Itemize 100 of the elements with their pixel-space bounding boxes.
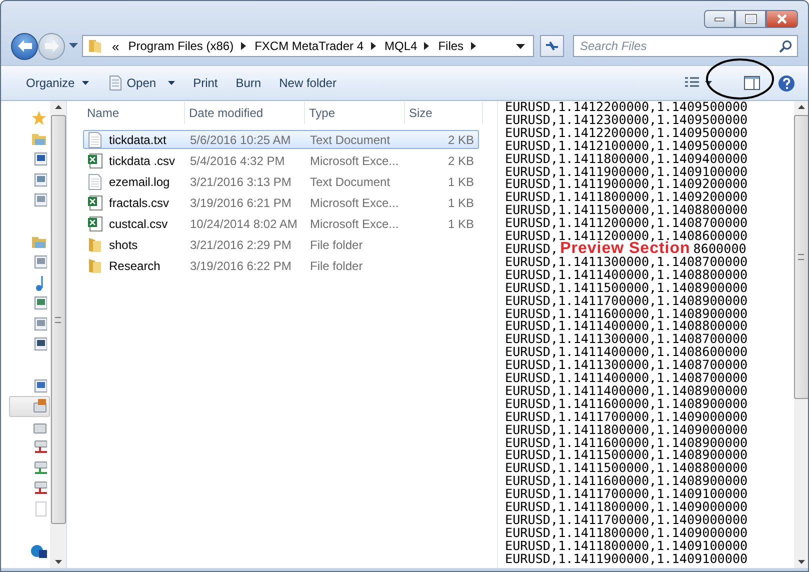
preview-line: EURUSD,1.1411800000,1.1409100000 xyxy=(505,540,749,553)
text-file-icon xyxy=(87,174,103,190)
date-cell-text: 3/19/2016 6:22 PM xyxy=(189,258,292,272)
size-cell-text: 1 KB xyxy=(446,174,475,188)
file-name: tickdata.txt xyxy=(109,132,166,146)
preview-line: EURUSD,1.1411700000,1.1409000000 xyxy=(505,410,749,424)
preview-line: EURUSD, xyxy=(505,240,558,256)
scroll-down-arrow-icon[interactable] xyxy=(54,560,62,564)
preview-line: EURUSD,1.1411500000,1.1408800000 xyxy=(505,462,749,476)
scroll-up-arrow-icon[interactable] xyxy=(798,105,804,109)
close-icon xyxy=(776,14,788,24)
date-cell-text: 3/21/2016 2:29 PM xyxy=(189,238,292,252)
address-bar[interactable]: « Program Files (x86) FXCM MetaTrader 4 MQL4 Files xyxy=(82,35,534,57)
preview-line: EURUSD,1.1411500000,1.1408800000 xyxy=(505,204,749,218)
minimize-icon xyxy=(714,16,726,22)
column-header[interactable]: Size xyxy=(405,102,483,124)
preview-line: EURUSD,1.1411300000,1.1408700000 xyxy=(505,359,749,372)
file-name: ezemail.log xyxy=(109,174,170,188)
preview-line: EURUSD,1.1411300000,1.1408700000 xyxy=(505,333,749,346)
preview-line: EURUSD,1.1411600000,1.1408900000 xyxy=(505,436,749,450)
size-cell-text: 1 KB xyxy=(446,196,475,210)
refresh-button[interactable] xyxy=(540,35,564,57)
preview-line: EURUSD,1.1411700000,1.1409000000 xyxy=(505,514,749,527)
scroll-up-arrow-icon[interactable] xyxy=(54,105,62,109)
file-name: custcal.csv xyxy=(109,216,168,230)
type-cell-text: File folder xyxy=(309,258,364,272)
search-field[interactable]: Search Files xyxy=(573,35,798,57)
preview-line: EURUSD,1.1411900000,1.1409100000 xyxy=(505,166,749,178)
file-row[interactable]: shots 3/21/2016 2:29 PM File folder xyxy=(83,235,479,254)
type-cell-text: File folder xyxy=(309,238,364,252)
breadcrumb-arrow-icon[interactable] xyxy=(240,42,246,50)
breadcrumb-arrow-icon[interactable] xyxy=(370,42,376,50)
open-button[interactable]: Open xyxy=(98,71,184,95)
folder-icon xyxy=(87,236,103,252)
caret-icon xyxy=(705,81,712,85)
scrollbar[interactable] xyxy=(50,101,66,568)
list-view-icon xyxy=(684,77,700,89)
breadcrumb[interactable]: MQL4 xyxy=(384,39,418,53)
preview-line: EURUSD,1.1411600000,1.1408900000 xyxy=(505,475,749,488)
scroll-down-arrow-icon[interactable] xyxy=(798,560,804,564)
recent-pages-caret-icon[interactable] xyxy=(69,43,78,49)
preview-line: EURUSD,1.1411400000,1.1408900000 xyxy=(505,384,749,398)
preview-line: EURUSD,1.1412200000,1.1409500000 xyxy=(505,101,749,114)
annotation-circle xyxy=(705,58,775,100)
file-row[interactable]: custcal.csv 10/24/2014 8:02 AM Microsoft Exce... 1 KB xyxy=(83,214,479,233)
toolbar-button[interactable]: Print xyxy=(184,72,227,94)
breadcrumb-arrow-icon[interactable] xyxy=(470,42,476,50)
column-header[interactable]: Type xyxy=(305,102,405,124)
date-cell-text: 10/24/2014 8:02 AM xyxy=(189,216,298,230)
pane-icon xyxy=(744,76,760,90)
file-row[interactable]: fractals.csv 3/19/2016 6:21 PM Microsoft Exce... 1 KB xyxy=(83,193,479,212)
preview-line: EURUSD,1.1411900000,1.1409200000 xyxy=(505,178,749,192)
preview-line: EURUSD,1.1411300000,1.1408700000 xyxy=(505,256,749,269)
breadcrumb[interactable]: Program Files (x86) xyxy=(128,39,234,53)
size-cell-text: 2 KB xyxy=(446,132,475,146)
preview-line: EURUSD,1.1411700000,1.1409100000 xyxy=(505,488,749,502)
type-cell-text: Text Document xyxy=(309,132,392,146)
file-name: tickdata .csv xyxy=(109,154,176,168)
preview-line: EURUSD,1.1411400000,1.1408800000 xyxy=(505,268,749,282)
forward-arrow-icon xyxy=(44,39,60,53)
spreadsheet-icon xyxy=(87,152,103,168)
toolbar-button[interactable]: Burn xyxy=(226,72,270,94)
breadcrumb[interactable]: FXCM MetaTrader 4 xyxy=(254,39,364,53)
preview-line: 8600000 xyxy=(693,240,746,256)
type-cell-text: Microsoft Exce... xyxy=(309,154,400,168)
column-header[interactable]: Name xyxy=(83,102,185,124)
close-button[interactable] xyxy=(766,10,798,28)
dropdown-caret-icon[interactable] xyxy=(516,44,525,48)
preview-line: EURUSD,1.1411800000,1.1409400000 xyxy=(505,152,749,166)
file-name: Research xyxy=(109,258,160,272)
overflow-chevron[interactable]: « xyxy=(112,38,120,54)
breadcrumb-arrow-icon[interactable] xyxy=(424,42,430,50)
file-row[interactable]: ezemail.log 3/21/2016 3:13 PM Text Document 1 KB xyxy=(83,172,479,191)
organize-menu-button[interactable]: Organize xyxy=(17,72,98,94)
file-row[interactable]: tickdata .csv 5/4/2016 4:32 PM Microsoft Exce... 2 KB xyxy=(83,151,479,170)
minimize-button[interactable] xyxy=(704,10,735,28)
preview-line: EURUSD,1.1411200000,1.1408700000 xyxy=(505,217,749,230)
preview-line: EURUSD,1.1411600000,1.1408900000 xyxy=(505,308,749,320)
file-row[interactable]: tickdata.txt 5/6/2016 10:25 AM Text Document 2 KB xyxy=(83,130,479,149)
caret-icon xyxy=(82,81,89,85)
folder-icon xyxy=(87,38,103,54)
back-button[interactable] xyxy=(11,32,38,60)
maximize-button[interactable] xyxy=(735,10,766,28)
preview-line: EURUSD,1.1411800000,1.1409000000 xyxy=(505,501,749,514)
navigation-icon xyxy=(31,110,47,126)
folder-icon xyxy=(87,258,103,274)
preview-line: EURUSD,1.1411900000,1.1409100000 xyxy=(505,552,749,566)
spreadsheet-icon xyxy=(87,194,103,210)
navigation-icon xyxy=(31,542,47,558)
size-cell-text: 2 KB xyxy=(446,154,475,168)
preview-line: EURUSD,1.1411600000,1.1408900000 xyxy=(505,398,749,411)
spreadsheet-icon xyxy=(87,216,103,232)
file-name: shots xyxy=(109,238,138,252)
file-row[interactable]: Research 3/19/2016 6:22 PM File folder xyxy=(83,256,479,275)
scrollbar[interactable] xyxy=(794,101,808,568)
column-header[interactable]: Date modified xyxy=(185,102,305,124)
file-name: fractals.csv xyxy=(109,196,170,210)
breadcrumb[interactable]: Files xyxy=(438,39,464,53)
toolbar-button[interactable]: New folder xyxy=(270,72,346,94)
preview-line: EURUSD,1.1412300000,1.1409500000 xyxy=(505,114,749,127)
